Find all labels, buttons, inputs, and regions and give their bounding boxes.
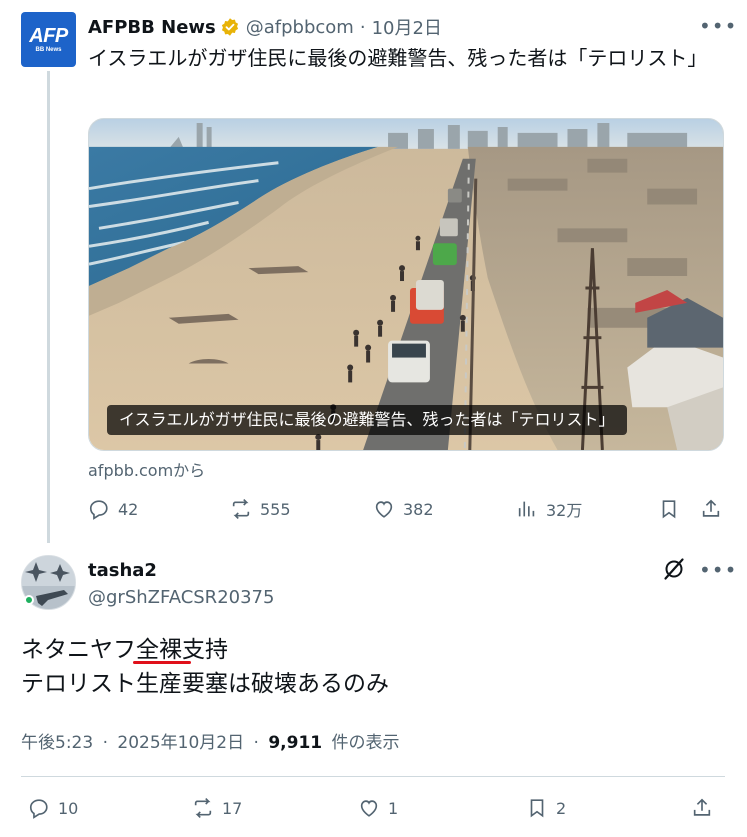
parent-action-bar: 42 555 382 32万 [88,497,728,521]
like-icon [360,800,378,817]
divider [21,776,725,777]
share-button[interactable] [700,497,722,521]
grok-icon[interactable] [662,557,686,581]
reply-count: 42 [118,499,139,519]
parent-tweet-header: AFPBB News @afpbbcom · 10月2日 [88,12,442,42]
news-image-card[interactable]: イスラエルがガザ住民に最後の避難警告、残った者は「テロリスト」 [88,118,724,451]
post-date[interactable]: 2025年10月2日 [117,733,244,753]
reply-handle[interactable]: @grShZFACSR20375 [88,587,274,608]
parent-tweet-text: イスラエルがガザ住民に最後の避難警告、残った者は「テロリスト」 [88,46,708,70]
view-count: 9,911 [268,733,323,753]
repost-icon [194,797,212,819]
like-button[interactable]: 382 [373,497,434,521]
gaza-coastal-road-photo [89,119,723,450]
views-button[interactable]: 32万 [516,497,582,521]
repost-icon [232,498,250,520]
separator-dot: · [359,16,366,38]
more-icon[interactable]: ••• [699,14,737,38]
like-count: 382 [403,499,434,519]
views-icon [518,501,535,517]
repost-count: 555 [260,499,291,519]
share-button[interactable] [691,796,713,820]
bookmark-button[interactable]: 2 [526,796,566,820]
reply-body: ネタニヤフ全裸支持 テロリスト生産要塞は破壊あるのみ [21,633,389,701]
afp-avatar[interactable]: AFP BB News [21,12,76,67]
red-underline-annotation [133,661,191,664]
tweet-date[interactable]: 10月2日 [372,14,442,40]
afp-logo-sub: BB News [35,46,62,53]
reply-count: 10 [58,798,79,818]
bookmark-icon [530,799,544,818]
views-count: 32万 [546,501,583,520]
handle[interactable]: @afpbbcom [246,17,354,38]
reply-icon [89,500,108,520]
display-name[interactable]: AFPBB News [88,17,216,38]
repost-button[interactable]: 555 [230,497,291,521]
media-caption: イスラエルがガザ住民に最後の避難警告、残った者は「テロリスト」 [107,405,627,435]
like-button[interactable]: 1 [358,796,398,820]
thread-line [47,71,50,543]
reply-display-name[interactable]: tasha2 [88,560,157,581]
repost-button[interactable]: 17 [192,796,242,820]
status-dot [24,595,34,605]
share-icon [702,499,720,517]
afp-logo: AFP [29,24,68,47]
bookmark-icon [662,500,676,519]
meta-dot: · [102,733,108,753]
view-label: 件の表示 [331,733,400,753]
verified-badge-icon[interactable] [220,17,240,37]
like-icon [375,501,393,518]
meta-dot: · [253,733,259,753]
repost-count: 17 [222,798,243,818]
like-count: 1 [388,798,399,818]
reply-line-1: ネタニヤフ全裸支持 [21,637,228,663]
reply-action-bar: 10 17 1 2 [28,796,718,820]
share-icon [693,798,711,816]
reply-line-2: テロリスト生産要塞は破壊あるのみ [21,671,389,697]
bookmark-count: 2 [556,798,567,818]
post-time[interactable]: 午後5:23 [21,733,93,753]
reply-meta: 午後5:23 · 2025年10月2日 · 9,911 件の表示 [21,728,400,753]
more-icon[interactable]: ••• [699,558,737,582]
source-link[interactable]: afpbb.comから [88,457,205,481]
bookmark-button[interactable] [658,497,680,521]
reply-button[interactable]: 42 [88,497,138,521]
reply-button[interactable]: 10 [28,796,78,820]
reply-icon [29,799,48,819]
